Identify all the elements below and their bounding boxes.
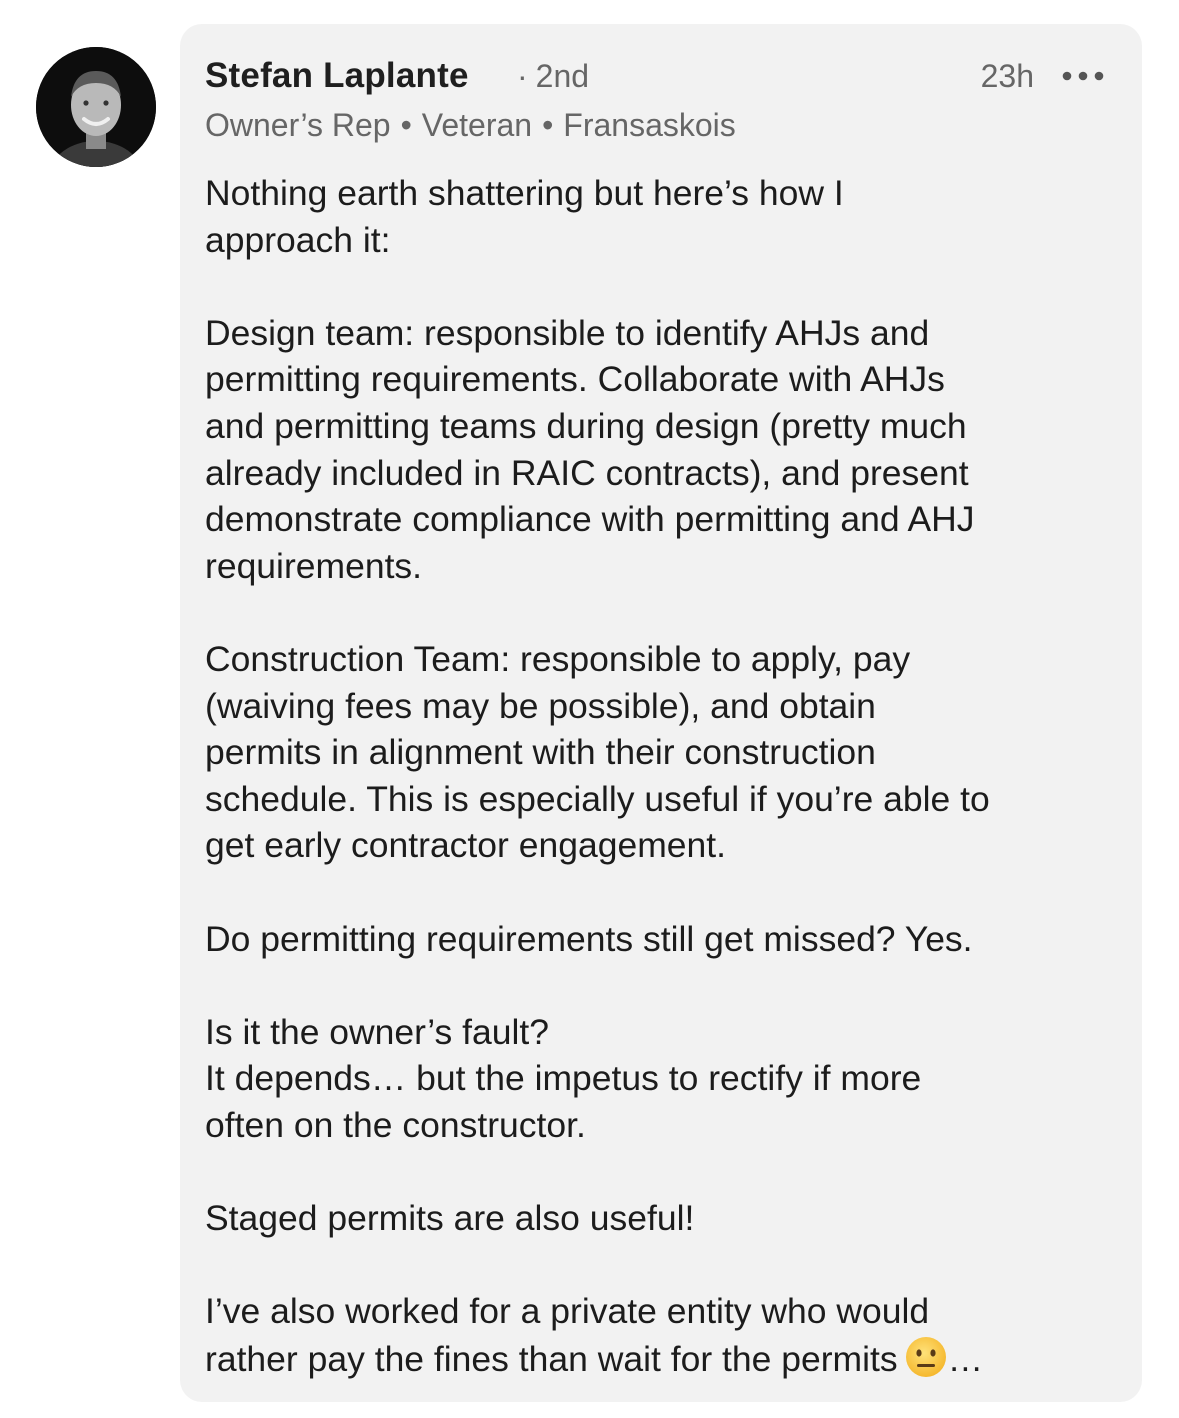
text-line: requirements. <box>205 545 423 586</box>
text-line: already included in RAIC contracts), and… <box>205 452 969 493</box>
connection-degree-label: 2nd <box>535 58 590 94</box>
text-line: I’ve also worked for a private entity wh… <box>205 1291 930 1332</box>
comment-paragraph: Is it the owner’s fault? It depends… but… <box>205 1009 1120 1149</box>
comment-paragraph: Do permitting requirements still get mis… <box>205 916 1120 963</box>
last-text-line: rather pay the fines than wait for the p… <box>205 1335 1120 1391</box>
connection-degree: · 2nd <box>517 58 590 94</box>
more-options-button[interactable] <box>1058 60 1108 92</box>
text-line: approach it: <box>205 219 391 260</box>
headline-identity: Fransaskois <box>563 107 736 143</box>
headline-role: Owner’s Rep <box>205 107 391 143</box>
neutral-face-emoji-icon <box>904 1335 948 1391</box>
comment-paragraph: Construction Team: responsible to apply,… <box>205 636 1120 869</box>
author-headline: Owner’s Rep • Veteran • Fransaskois <box>205 107 736 143</box>
comment-paragraph: I’ve also worked for a private entity wh… <box>205 1288 1120 1390</box>
text-line: demonstrate compliance with permitting a… <box>205 499 975 540</box>
text-line: Staged permits are also useful! <box>205 1198 695 1239</box>
profile-photo-icon <box>36 47 156 167</box>
comment-paragraph: Nothing earth shattering but here’s how … <box>205 170 1120 263</box>
text-line: permitting requirements. Collaborate wit… <box>205 359 945 400</box>
see-more-link[interactable]: … <box>948 1339 984 1379</box>
text-line: Do permitting requirements still get mis… <box>205 918 973 959</box>
text-line: and permitting teams during design (pret… <box>205 405 967 446</box>
text-line-content: rather pay the fines than wait for the p… <box>205 1338 898 1379</box>
author-avatar[interactable] <box>36 47 156 167</box>
text-line: get early contractor engagement. <box>205 825 726 866</box>
author-name[interactable]: Stefan Laplante <box>205 54 469 98</box>
text-line: (waiving fees may be possible), and obta… <box>205 685 876 726</box>
text-line: Construction Team: responsible to apply,… <box>205 638 911 679</box>
comment-bubble: Stefan Laplante · 2nd 23h Owner’s Rep • Vet… <box>180 24 1142 1402</box>
comment-paragraph: Staged permits are also useful! <box>205 1195 1120 1242</box>
comment-header: Stefan Laplante · 2nd 23h <box>205 54 1112 98</box>
ellipsis-icon <box>1062 71 1104 81</box>
text-line: Is it the owner’s fault? <box>205 1011 550 1052</box>
headline-status: Veteran <box>421 107 533 143</box>
comment-timestamp: 23h <box>980 58 1034 94</box>
comment-text: Nothing earth shattering but here’s how … <box>205 170 1120 1390</box>
text-line: often on the constructor. <box>205 1104 586 1145</box>
text-line: Design team: responsible to identify AHJ… <box>205 312 930 353</box>
text-line: schedule. This is especially useful if y… <box>205 778 990 819</box>
text-line: permits in alignment with their construc… <box>205 732 876 773</box>
text-line: Nothing earth shattering but here’s how … <box>205 173 844 213</box>
comment-paragraph: Design team: responsible to identify AHJ… <box>205 310 1120 590</box>
text-line: It depends… but the impetus to rectify i… <box>205 1058 922 1099</box>
